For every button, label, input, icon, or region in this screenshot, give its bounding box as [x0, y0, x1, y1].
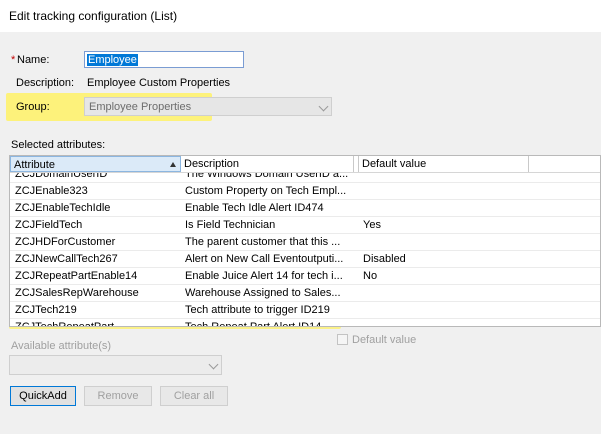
description-cell: Enable Tech Idle Alert ID474 — [185, 202, 324, 214]
default-value-cell — [363, 302, 463, 318]
required-marker: * — [11, 54, 16, 66]
default-value-checkbox[interactable] — [337, 334, 348, 345]
table-row[interactable]: ZCJNewCallTech267 Alert on New Call Event… — [10, 251, 600, 268]
column-header-default-value[interactable]: Default value — [359, 156, 529, 172]
group-label: Group: — [16, 101, 50, 113]
description-label: Description: — [16, 77, 75, 89]
selected-attributes-table[interactable]: ZCJDomainUserID The Windows Domain UserID… — [9, 155, 601, 327]
available-attributes-select[interactable] — [9, 355, 222, 375]
window-title: Edit tracking configuration (List) — [9, 9, 178, 23]
chevron-down-icon — [318, 101, 329, 112]
default-value-cell — [363, 319, 463, 326]
selected-attributes-label: Selected attributes: — [11, 139, 106, 151]
sort-ascending-icon — [170, 162, 176, 167]
default-value-cell: Yes — [363, 219, 381, 231]
attribute-cell: ZCJSalesRepWarehouse — [15, 287, 139, 299]
default-value-label: Default value — [352, 334, 417, 346]
table-row[interactable]: ZCJTech219 Tech attribute to trigger ID21… — [10, 302, 600, 319]
table-row[interactable]: ZCJEnable323 Custom Property on Tech Empl… — [10, 183, 600, 200]
name-input-value: Employee — [87, 54, 138, 66]
description-cell: Alert on New Call Eventoutputi... — [185, 253, 344, 265]
table-row[interactable]: ZCJRepeatPartEnable14 Enable Juice Alert … — [10, 268, 600, 285]
table-row[interactable]: ZCJTechRepeatPart Tech Repeat Part Alert … — [10, 319, 600, 327]
group-select[interactable]: Employee Properties — [84, 97, 332, 116]
description-cell: Tech attribute to trigger ID219 — [185, 304, 330, 316]
default-value-cell — [363, 200, 463, 216]
table-header: Attribute Description Default value — [10, 156, 600, 173]
group-select-value: Employee Properties — [89, 101, 192, 113]
table-row[interactable]: ZCJSalesRepWarehouse Warehouse Assigned t… — [10, 285, 600, 302]
description-cell: Is Field Technician — [185, 219, 276, 231]
column-header-attribute[interactable]: Attribute — [10, 156, 181, 172]
default-value-cell — [363, 285, 463, 301]
description-cell: The parent customer that this ... — [185, 236, 341, 248]
remove-button[interactable]: Remove — [84, 386, 152, 406]
attribute-cell: ZCJEnableTechIdle — [15, 202, 111, 214]
table-row[interactable]: ZCJHDForCustomer The parent customer that… — [10, 234, 600, 251]
name-label: Name: — [17, 54, 50, 66]
name-input[interactable]: Employee — [84, 51, 244, 68]
table-row[interactable]: ZCJEnableTechIdle Enable Tech Idle Alert … — [10, 200, 600, 217]
clear-all-button[interactable]: Clear all — [160, 386, 228, 406]
default-value-cell: Disabled — [363, 253, 406, 265]
column-header-description[interactable]: Description — [181, 156, 354, 172]
description-cell: Custom Property on Tech Empl... — [185, 185, 347, 197]
quickadd-button[interactable]: QuickAdd — [10, 386, 76, 406]
title-bar: Edit tracking configuration (List) — [0, 0, 601, 32]
attribute-cell: ZCJHDForCustomer — [15, 236, 116, 248]
table-body: ZCJDomainUserID The Windows Domain UserID… — [10, 166, 600, 327]
default-value-cell: No — [363, 270, 378, 282]
attribute-cell: ZCJNewCallTech267 — [15, 253, 118, 265]
attribute-cell: ZCJTech219 — [15, 304, 77, 316]
default-value-cell — [363, 234, 463, 250]
attribute-cell: ZCJFieldTech — [15, 219, 83, 231]
attribute-cell: ZCJTechRepeatPart — [15, 321, 115, 327]
description-cell: Warehouse Assigned to Sales... — [185, 287, 341, 299]
default-value-cell — [363, 183, 463, 199]
description-value: Employee Custom Properties — [87, 77, 231, 89]
chevron-down-icon — [208, 359, 219, 370]
description-cell: Tech Repeat Part Alert ID14 — [185, 321, 322, 327]
available-attributes-label: Available attribute(s) — [11, 340, 112, 352]
attribute-cell: ZCJEnable323 — [15, 185, 88, 197]
attribute-cell: ZCJRepeatPartEnable14 — [15, 270, 138, 282]
description-cell: Enable Juice Alert 14 for tech i... — [185, 270, 343, 282]
table-row[interactable]: ZCJFieldTech Is Field Technician Yes — [10, 217, 600, 234]
